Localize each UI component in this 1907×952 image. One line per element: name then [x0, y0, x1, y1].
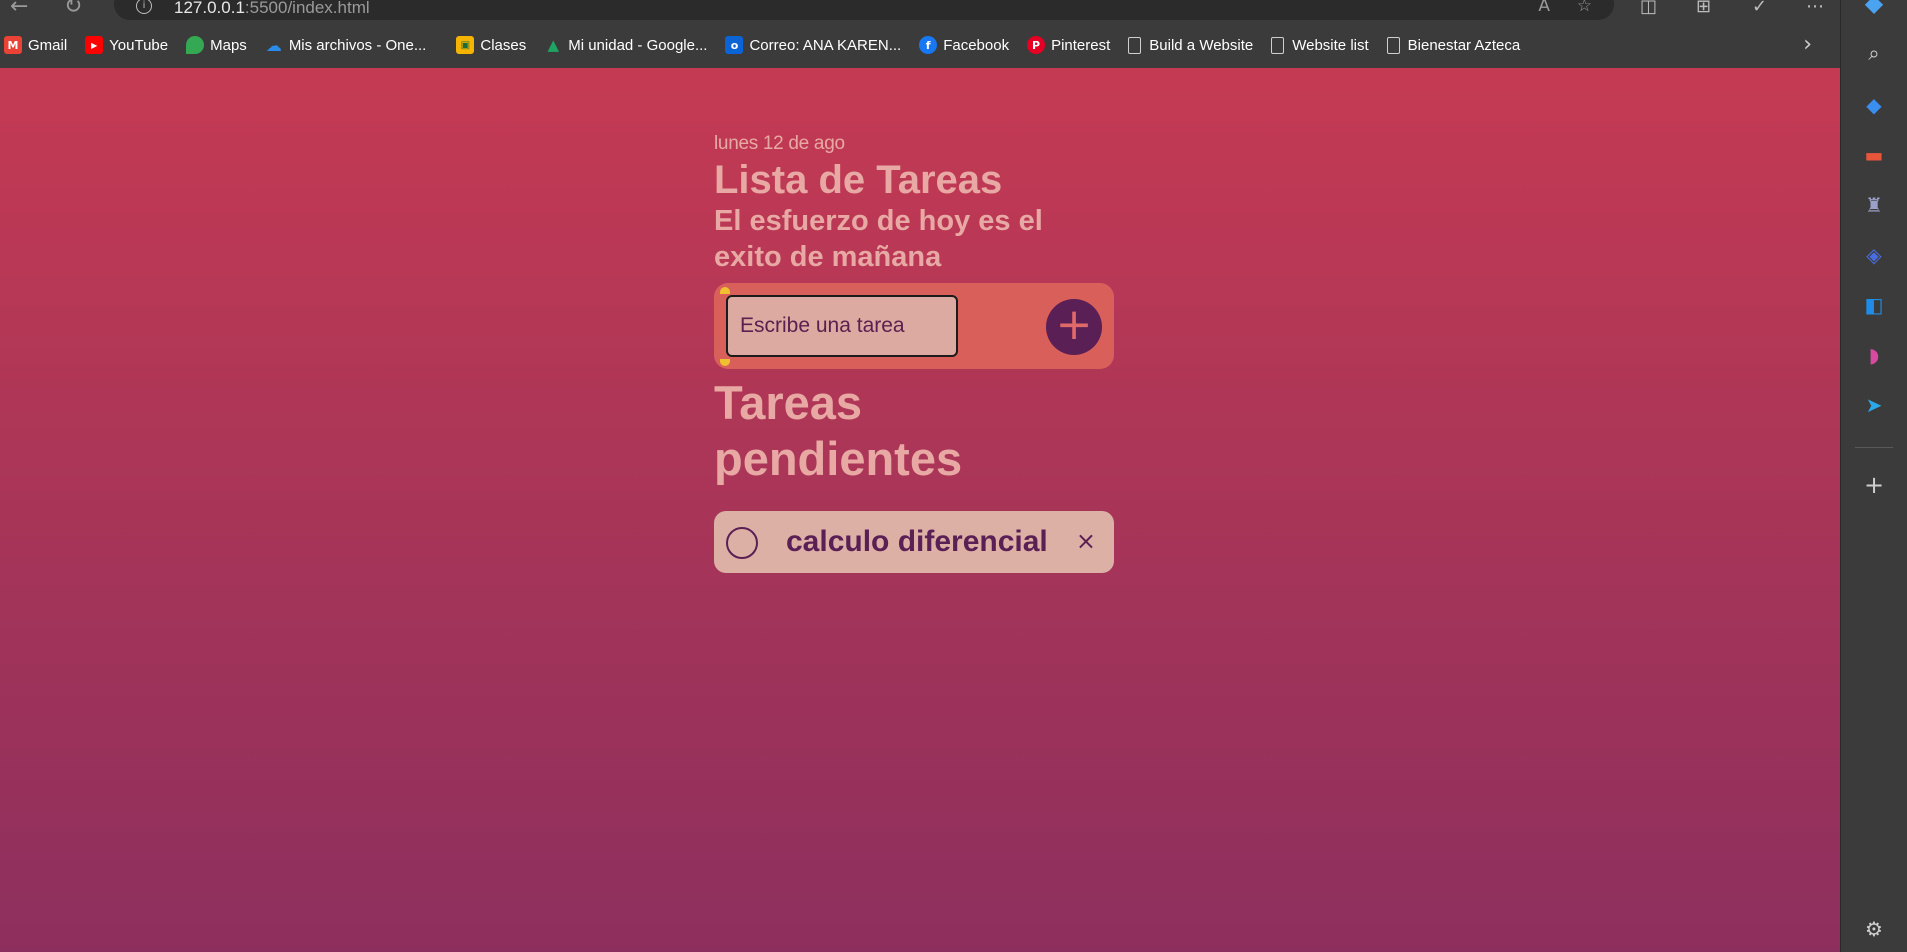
youtube-icon: ▶	[85, 36, 104, 54]
more-options-icon[interactable]: ⋯	[1806, 0, 1824, 17]
facebook-icon: f	[919, 36, 938, 54]
shopping-tag-icon[interactable]: ◆	[1861, 92, 1887, 118]
add-task-form: +	[714, 283, 1114, 369]
gear-icon[interactable]: ⚙	[1861, 916, 1887, 942]
bookmark-youtube[interactable]: ▶ YouTube	[85, 30, 178, 60]
bookmark-label: Mis archivos - One...	[288, 36, 427, 54]
extensions-icon[interactable]: ✓	[1752, 0, 1767, 17]
bookmark-build-a-website[interactable]: Build a Website	[1128, 30, 1263, 60]
browser-sidebar: ◆ ⌕ ◆ ▬ ♜ ◈ ◧ ◗ ➤ + ⚙	[1840, 0, 1907, 952]
page-icon	[1386, 36, 1400, 54]
resize-handle-bottom[interactable]	[720, 359, 730, 366]
bookmark-label: Website list	[1292, 36, 1369, 54]
back-arrow-icon[interactable]: ←	[10, 0, 28, 19]
bookmark-label: Pinterest	[1051, 36, 1111, 54]
favorite-star-icon[interactable]: ☆	[1577, 0, 1592, 16]
bookmark-label: Build a Website	[1149, 36, 1254, 54]
bookmark-label: Correo: ANA KAREN...	[749, 36, 902, 54]
bookmark-label: YouTube	[109, 36, 169, 54]
site-info-icon[interactable]: i	[136, 0, 152, 14]
bookmark-onedrive[interactable]: ☁ Mis archivos - One...	[265, 30, 437, 60]
delete-task-close-icon[interactable]: ×	[1076, 527, 1096, 555]
microsoft-365-icon[interactable]: ◈	[1861, 242, 1887, 268]
read-aloud-icon[interactable]: A	[1538, 0, 1550, 16]
bookmark-label: Maps	[210, 36, 247, 54]
bookmark-facebook[interactable]: f Facebook	[919, 30, 1019, 60]
send-paper-plane-icon[interactable]: ➤	[1861, 392, 1887, 418]
bookmark-label: Clases	[480, 36, 527, 54]
task-checkbox-circle-icon[interactable]	[726, 527, 758, 559]
collections-icon[interactable]: ⊞	[1696, 0, 1711, 17]
bookmark-label: Gmail	[28, 36, 68, 54]
outlook-icon: o	[725, 36, 744, 54]
bookmark-bienestar-azteca[interactable]: Bienestar Azteca	[1386, 30, 1531, 60]
maps-icon	[186, 36, 205, 54]
bookmark-pinterest[interactable]: P Pinterest	[1027, 30, 1120, 60]
gmail-icon: M	[4, 36, 22, 54]
bookmark-label: Bienestar Azteca	[1407, 36, 1521, 54]
bookmark-clases[interactable]: ▣ Clases	[456, 30, 536, 60]
bookmark-drive[interactable]: ▲ Mi unidad - Google...	[544, 30, 717, 60]
bookmark-label: Facebook	[943, 36, 1010, 54]
add-plus-icon[interactable]: +	[1861, 471, 1887, 499]
pinterest-icon: P	[1027, 36, 1046, 54]
onedrive-icon: ☁	[265, 35, 282, 55]
bookmark-website-list[interactable]: Website list	[1271, 30, 1378, 60]
bookmark-maps[interactable]: Maps	[186, 30, 257, 60]
bookmark-gmail[interactable]: M Gmail	[4, 30, 77, 60]
classroom-icon: ▣	[456, 36, 475, 54]
page-subtitle: El esfuerzo de hoy es el exito de mañana	[714, 205, 1043, 273]
copilot-icon[interactable]: ◆	[1861, 0, 1887, 17]
todo-app: lunes 12 de ago Lista de Tareas El esfue…	[714, 133, 1114, 573]
games-chess-icon[interactable]: ♜	[1861, 192, 1887, 218]
browser-toolbar: ← ↻ i 127.0.0.1:5500/index.html A ☆ ◫ ⊞ …	[0, 0, 1907, 22]
plus-icon: +	[1055, 299, 1093, 350]
address-bar[interactable]: i 127.0.0.1:5500/index.html A ☆	[114, 0, 1614, 20]
designer-icon[interactable]: ◗	[1861, 342, 1887, 368]
url-text: 127.0.0.1:5500/index.html	[174, 0, 370, 17]
task-item: calculo diferencial ×	[714, 511, 1114, 573]
current-date: lunes 12 de ago	[714, 133, 845, 154]
bookmarks-bar: M Gmail ▶ YouTube Maps ☁ Mis archivos - …	[0, 22, 1840, 68]
add-task-button[interactable]: +	[1046, 299, 1102, 355]
pending-tasks-heading: Tareas pendientes	[714, 376, 963, 485]
search-icon[interactable]: ⌕	[1861, 40, 1887, 66]
sidebar-divider	[1855, 447, 1893, 448]
refresh-icon[interactable]: ↻	[64, 0, 82, 19]
page-icon	[1128, 36, 1142, 54]
bookmark-outlook[interactable]: o Correo: ANA KAREN...	[725, 30, 911, 60]
outlook-icon[interactable]: ◧	[1861, 292, 1887, 318]
page-viewport: lunes 12 de ago Lista de Tareas El esfue…	[0, 68, 1840, 952]
drive-icon: ▲	[547, 36, 559, 54]
chevron-right-icon[interactable]: ›	[1803, 32, 1812, 57]
split-screen-icon[interactable]: ◫	[1640, 0, 1657, 17]
task-text: calculo diferencial	[786, 525, 1048, 558]
page-title: Lista de Tareas	[714, 158, 1003, 202]
page-icon	[1271, 36, 1285, 54]
tools-briefcase-icon[interactable]: ▬	[1861, 142, 1887, 168]
bookmark-label: Mi unidad - Google...	[568, 36, 708, 54]
task-input[interactable]	[726, 295, 958, 357]
resize-handle-top[interactable]	[720, 287, 730, 294]
